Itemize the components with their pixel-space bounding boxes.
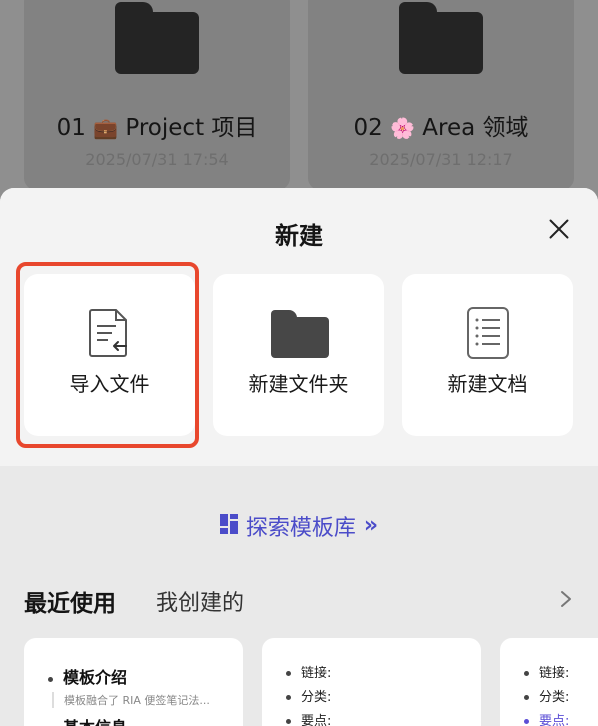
flower-icon: 🌸	[390, 116, 415, 140]
template-line: 分类:	[524, 686, 569, 705]
folder-card-area[interactable]: 02 🌸 Area 领域 2025/07/31 12:17	[308, 0, 574, 190]
new-item-sheet: 新建 导入文件 新建文件夹 新建文档 探索模板库 » 最近使用 我创建的 模板介…	[0, 188, 598, 726]
explore-templates-link[interactable]: 探索模板库 »	[0, 510, 598, 542]
explore-label: 探索模板库	[245, 516, 356, 541]
folder-icon	[115, 2, 199, 74]
template-card[interactable]: 模板介绍 模板融合了 RIA 便签笔记法... 基本信息	[24, 638, 243, 726]
import-file-button[interactable]: 导入文件	[24, 274, 195, 436]
template-line: 链接:	[286, 662, 331, 681]
template-card[interactable]: 链接: 分类: 要点:	[262, 638, 481, 726]
folder-date: 2025/07/31 12:17	[369, 150, 513, 169]
action-label: 新建文档	[447, 372, 528, 396]
sheet-header-section: 新建 导入文件 新建文件夹 新建文档	[0, 188, 598, 466]
action-label: 新建文件夹	[248, 372, 349, 396]
template-library-icon	[219, 514, 238, 534]
template-line: 要点:	[524, 710, 569, 726]
import-file-icon	[89, 309, 127, 357]
background-folder-grid: 01 💼 Project 项目 2025/07/31 17:54 02 🌸 Ar…	[0, 0, 598, 200]
folder-name: 02 🌸 Area 领域	[353, 115, 529, 141]
templates-section: 探索模板库 » 最近使用 我创建的 模板介绍 模板融合了 RIA 便签笔记法...…	[0, 466, 598, 726]
tab-recent[interactable]: 最近使用	[24, 584, 116, 618]
folder-card-project[interactable]: 01 💼 Project 项目 2025/07/31 17:54	[24, 0, 290, 190]
document-icon	[467, 307, 509, 359]
folder-name: 01 💼 Project 项目	[56, 115, 258, 141]
new-folder-button[interactable]: 新建文件夹	[213, 274, 384, 436]
template-line: 要点:	[286, 710, 331, 726]
action-label: 导入文件	[69, 372, 150, 396]
template-line: 模板介绍	[48, 664, 127, 688]
folder-icon	[271, 310, 329, 358]
double-chevron-icon: »	[363, 513, 379, 538]
template-line: 基本信息	[48, 714, 127, 726]
sheet-title: 新建	[275, 222, 323, 250]
new-document-button[interactable]: 新建文档	[402, 274, 573, 436]
template-line: 分类:	[286, 686, 331, 705]
close-icon[interactable]	[546, 216, 572, 242]
folder-icon	[399, 2, 483, 74]
template-subtitle: 模板融合了 RIA 便签笔记法...	[52, 692, 210, 708]
tab-my-created[interactable]: 我创建的	[156, 585, 244, 617]
template-line: 链接:	[524, 662, 569, 681]
chevron-right-icon[interactable]	[558, 588, 574, 610]
briefcase-icon: 💼	[93, 116, 119, 140]
template-card[interactable]: 链接: 分类: 要点:	[500, 638, 598, 726]
folder-date: 2025/07/31 17:54	[85, 150, 229, 169]
